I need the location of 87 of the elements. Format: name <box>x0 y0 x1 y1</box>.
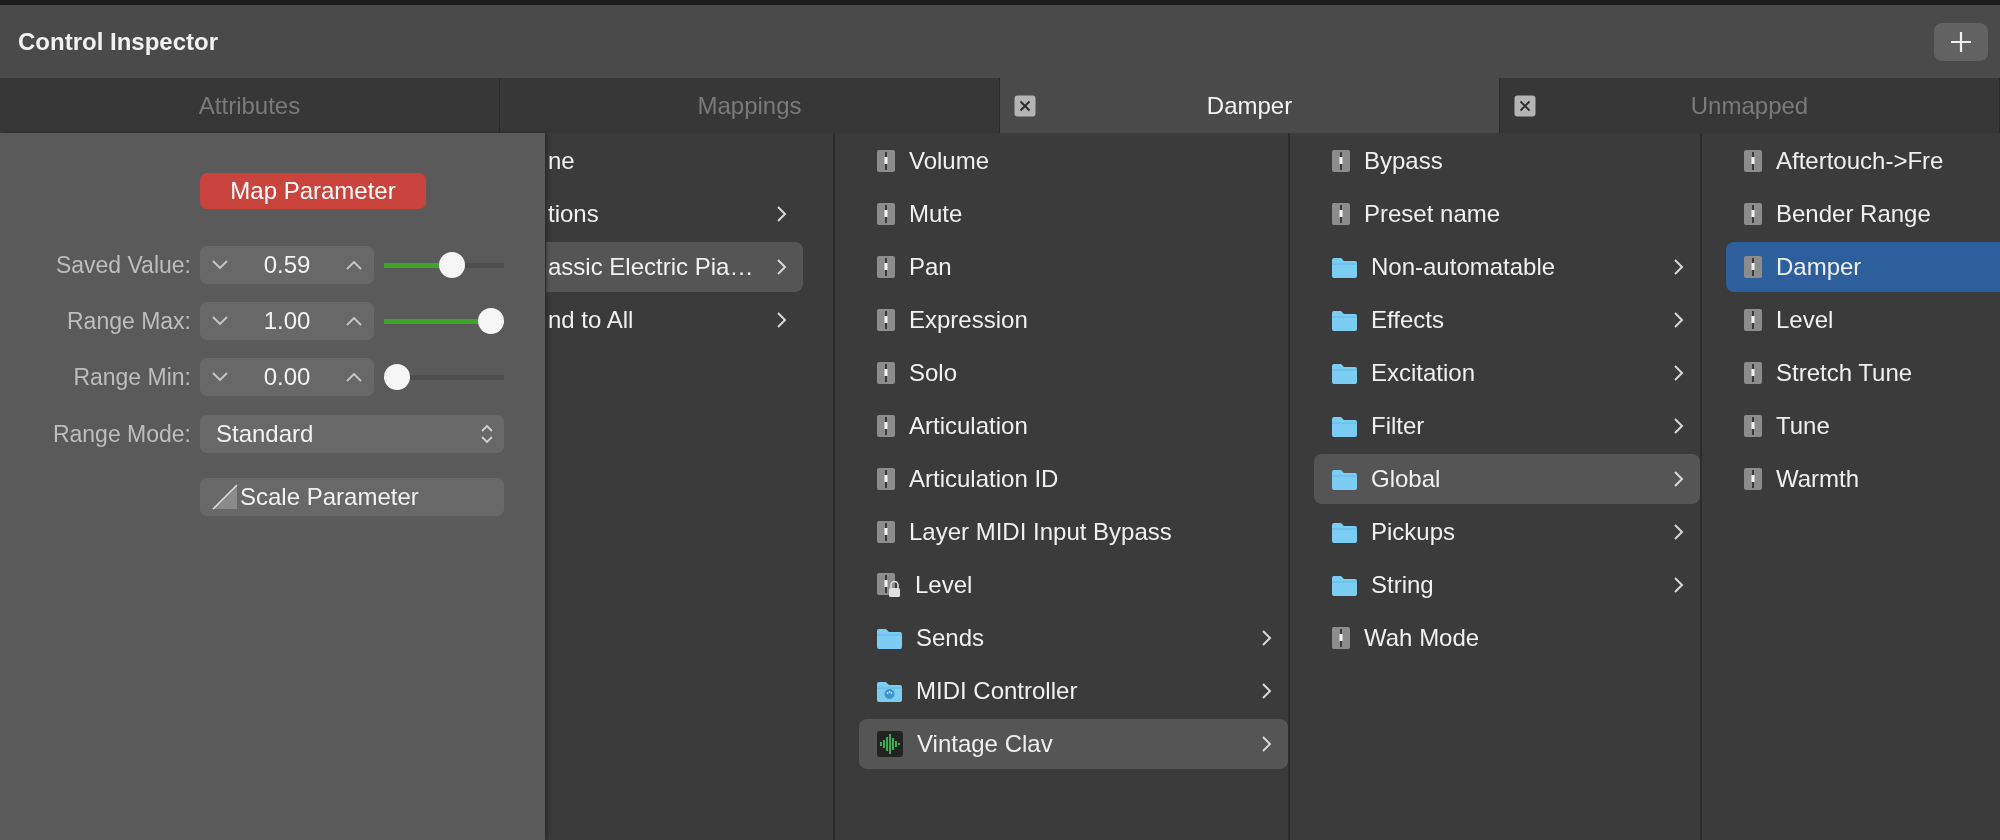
locked-fader-icon <box>877 571 901 599</box>
list-item[interactable]: Mute <box>859 189 1288 239</box>
list-item[interactable]: Bypass <box>1314 136 1700 186</box>
list-item[interactable]: ne <box>546 136 803 186</box>
field-label: Range Mode: <box>51 420 191 448</box>
list-item[interactable]: Level <box>1726 295 2000 345</box>
fader-icon <box>1332 201 1350 227</box>
list-item[interactable]: Layer MIDI Input Bypass <box>859 507 1288 557</box>
list-item[interactable]: Pickups <box>1314 507 1700 557</box>
chevron-up-icon <box>346 316 362 326</box>
fader-icon <box>1332 148 1350 174</box>
field-label: Range Min: <box>72 363 191 391</box>
list-item[interactable]: assic Electric Pia… <box>546 242 803 292</box>
list-item[interactable]: String <box>1314 560 1700 610</box>
list-item[interactable]: Volume <box>859 136 1288 186</box>
list-item[interactable]: MIDI Controller <box>859 666 1288 716</box>
list-item[interactable]: Level <box>859 560 1288 610</box>
midi-folder-icon <box>877 679 902 703</box>
list-item[interactable]: Effects <box>1314 295 1700 345</box>
list-item[interactable]: Vintage Clav <box>859 719 1288 769</box>
field-label: Saved Value: <box>54 251 191 279</box>
fader-icon <box>1744 201 1762 227</box>
up-down-chevron-icon <box>480 423 494 445</box>
map-parameter-button[interactable]: Map Parameter <box>200 173 426 209</box>
fader-icon <box>1744 360 1762 386</box>
fader-icon <box>1744 413 1762 439</box>
list-item[interactable]: Excitation <box>1314 348 1700 398</box>
list-item[interactable]: Articulation ID <box>859 454 1288 504</box>
list-item[interactable]: Articulation <box>859 401 1288 451</box>
scale-parameter-button[interactable]: Scale Parameter <box>200 478 504 516</box>
chevron-up-icon <box>346 372 362 382</box>
fader-icon <box>877 466 895 492</box>
list-item[interactable]: tions <box>546 189 803 239</box>
list-item[interactable]: Expression <box>859 295 1288 345</box>
fader-icon <box>1744 466 1762 492</box>
folder-icon <box>1332 414 1357 438</box>
folder-icon <box>1332 361 1357 385</box>
list-item[interactable]: Preset name <box>1314 189 1700 239</box>
fader-icon <box>1332 625 1350 651</box>
chevron-up-icon <box>346 260 362 270</box>
slider-thumb[interactable] <box>384 364 410 390</box>
waveform-icon <box>877 731 903 757</box>
slider-thumb[interactable] <box>478 308 504 334</box>
list-item[interactable]: Tune <box>1726 401 2000 451</box>
diagonal-ramp-icon <box>212 484 238 510</box>
range-mode-dropdown[interactable]: Standard <box>200 415 504 453</box>
folder-icon <box>1332 308 1357 332</box>
fader-icon <box>877 413 895 439</box>
fader-icon <box>1744 254 1762 280</box>
fader-icon <box>877 519 895 545</box>
value-stepper[interactable]: 1.00 <box>200 302 374 340</box>
folder-icon <box>877 626 902 650</box>
list-item[interactable]: Warmth <box>1726 454 2000 504</box>
fader-icon <box>877 307 895 333</box>
list-item[interactable]: Sends <box>859 613 1288 663</box>
list-item[interactable]: nd to All <box>546 295 803 345</box>
folder-icon <box>1332 467 1357 491</box>
folder-icon <box>1332 573 1357 597</box>
chevron-down-icon <box>212 316 228 326</box>
field-label: Range Max: <box>66 307 191 335</box>
list-item[interactable]: Bender Range <box>1726 189 2000 239</box>
fader-icon <box>877 201 895 227</box>
value-stepper[interactable]: 0.00 <box>200 358 374 396</box>
list-item[interactable]: Solo <box>859 348 1288 398</box>
fader-icon <box>877 254 895 280</box>
tab[interactable]: Damper <box>1000 78 1500 133</box>
folder-icon <box>1332 520 1357 544</box>
list-item[interactable]: Wah Mode <box>1314 613 1700 663</box>
fader-icon <box>1744 148 1762 174</box>
window-title: Control Inspector <box>18 27 218 56</box>
fader-icon <box>877 360 895 386</box>
chevron-down-icon <box>212 260 228 270</box>
list-item[interactable]: Filter <box>1314 401 1700 451</box>
list-item[interactable]: Stretch Tune <box>1726 348 2000 398</box>
list-item[interactable]: Non-automatable <box>1314 242 1700 292</box>
list-item[interactable]: Aftertouch->Fre <box>1726 136 2000 186</box>
list-item[interactable]: Pan <box>859 242 1288 292</box>
fader-icon <box>877 148 895 174</box>
fader-icon <box>1744 307 1762 333</box>
plus-icon <box>1949 29 1973 54</box>
folder-icon <box>1332 255 1357 279</box>
add-button[interactable] <box>1934 22 1988 61</box>
list-item[interactable]: Damper <box>1726 242 2000 292</box>
value-stepper[interactable]: 0.59 <box>200 246 374 284</box>
chevron-down-icon <box>212 372 228 382</box>
list-item[interactable]: Global <box>1314 454 1700 504</box>
slider-thumb[interactable] <box>439 252 466 278</box>
